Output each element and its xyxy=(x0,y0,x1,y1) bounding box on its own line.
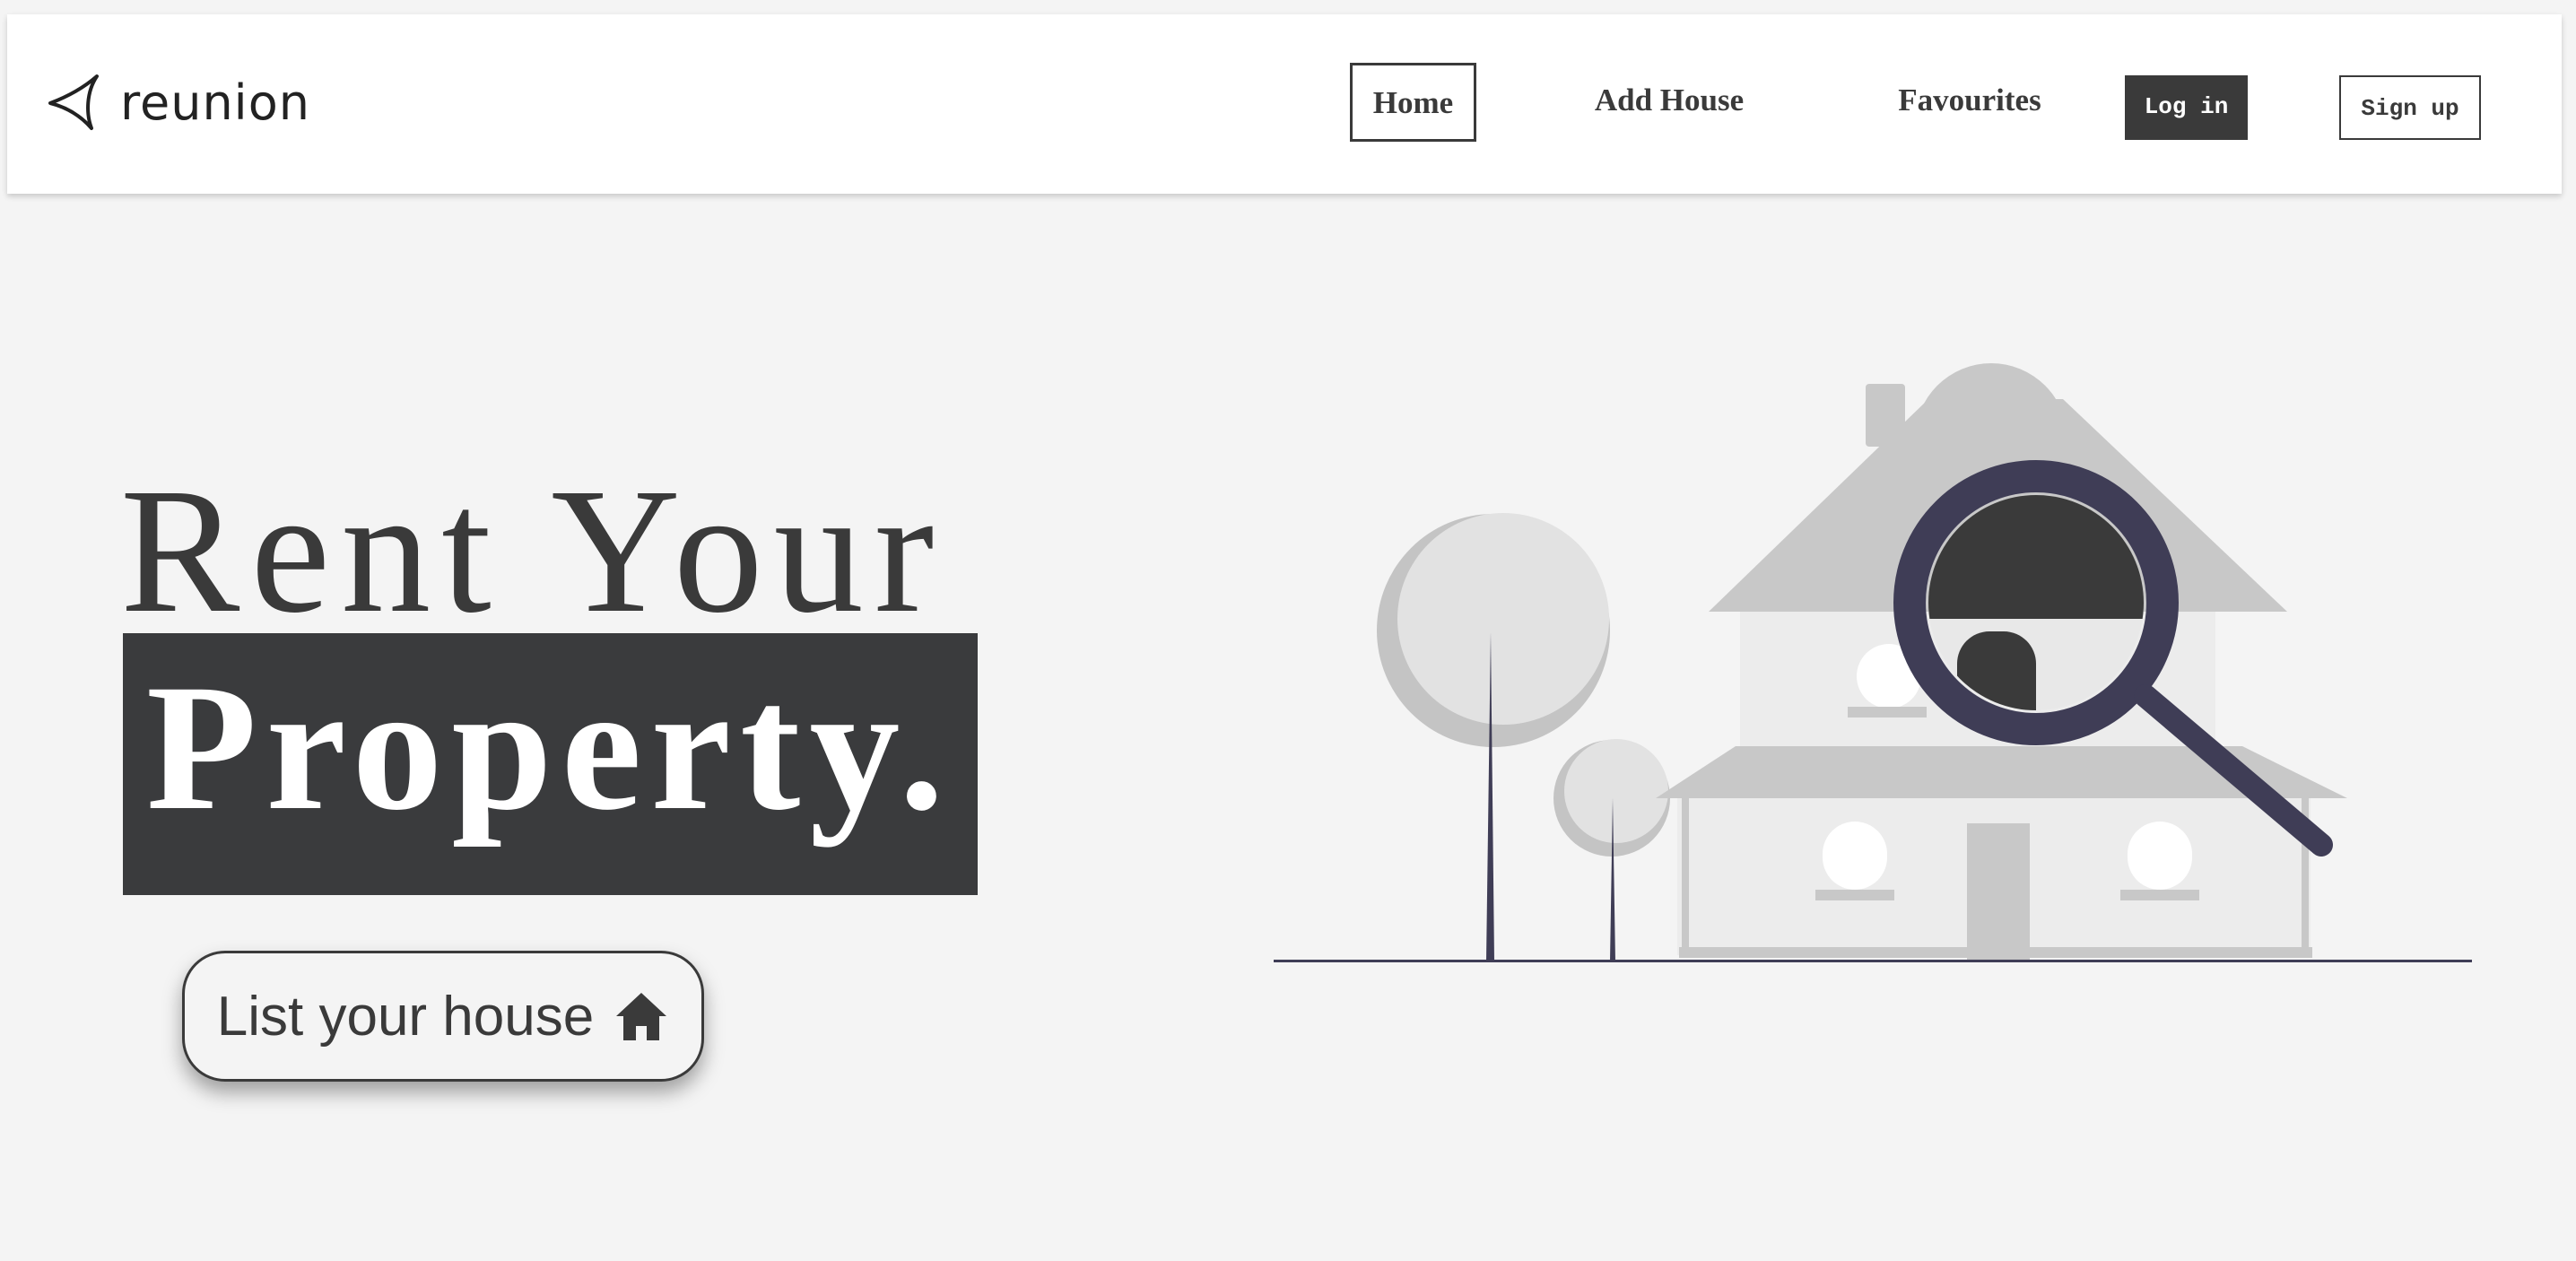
home-icon xyxy=(616,993,667,1040)
large-tree-icon xyxy=(1377,513,1610,961)
hero-heading-highlight: Property. xyxy=(123,633,978,895)
navbar: reunion Home Add House Favourites Log in… xyxy=(7,14,2562,194)
list-house-button[interactable]: List your house xyxy=(182,951,704,1082)
nav-favourites-link[interactable]: Favourites xyxy=(1862,63,2077,142)
paper-plane-logo-icon xyxy=(48,74,99,130)
nav-home-link[interactable]: Home xyxy=(1350,63,1476,142)
hero-heading-line2: Property. xyxy=(146,647,953,848)
list-house-button-label: List your house xyxy=(216,985,595,1048)
hero-heading-line1: Rent Your xyxy=(120,452,945,650)
small-tree-icon xyxy=(1553,739,1670,961)
logo[interactable]: reunion xyxy=(47,66,310,138)
login-button[interactable]: Log in xyxy=(2125,75,2248,140)
signup-button[interactable]: Sign up xyxy=(2339,75,2481,140)
house-search-illustration xyxy=(1274,363,2472,962)
nav-add-house-link[interactable]: Add House xyxy=(1575,63,1763,142)
logo-text: reunion xyxy=(120,74,310,131)
